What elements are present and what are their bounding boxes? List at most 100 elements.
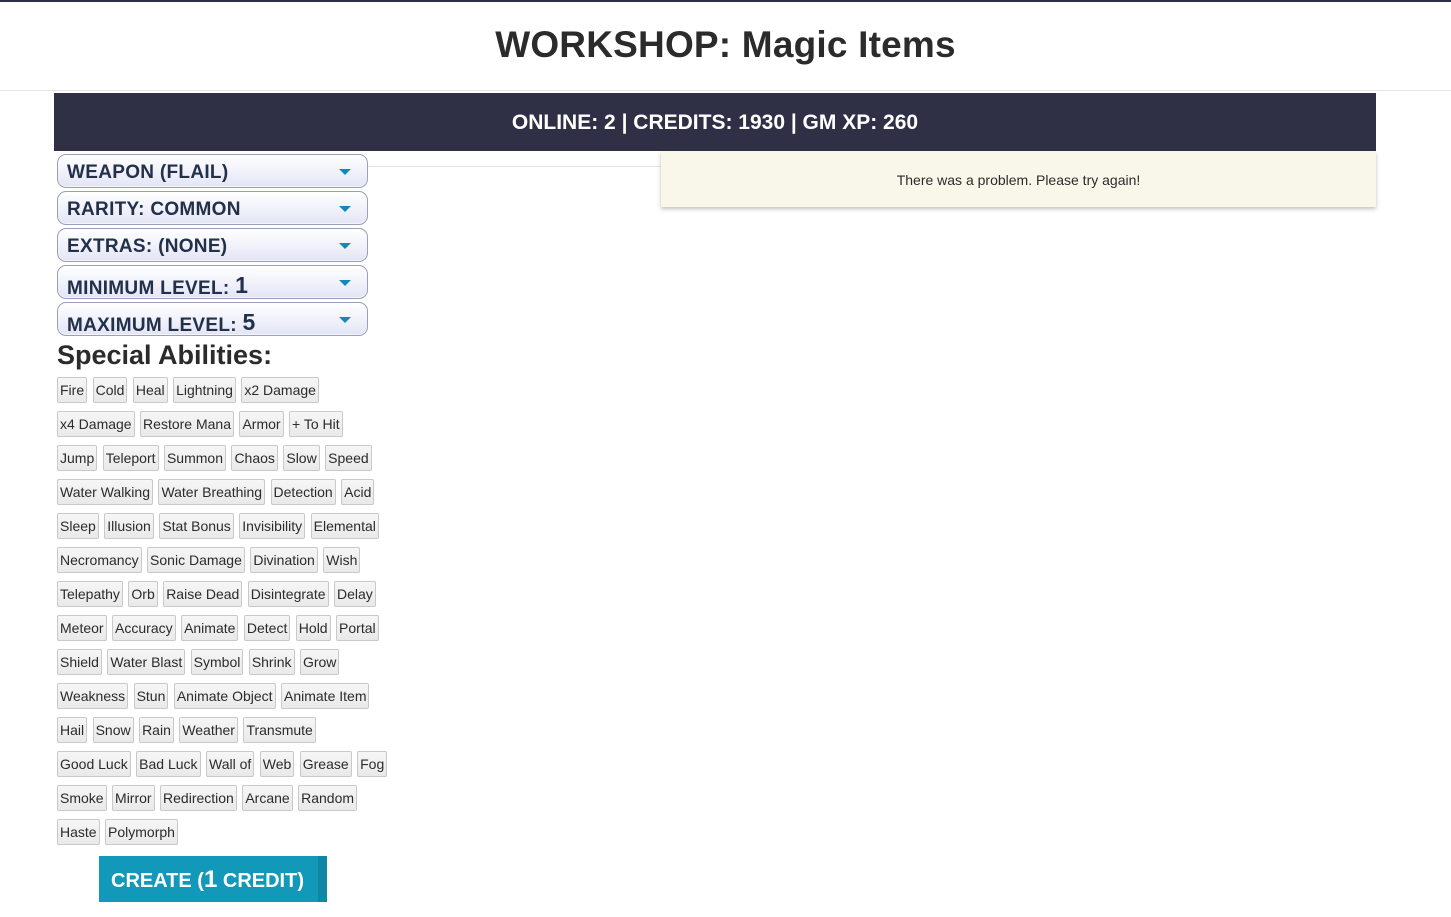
ability-button[interactable]: Animate Object — [173, 683, 276, 709]
ability-button[interactable]: Delay — [333, 581, 376, 607]
ability-button[interactable]: Jump — [57, 445, 98, 471]
ability-button[interactable]: Slow — [283, 445, 320, 471]
ability-button[interactable]: Transmute — [243, 717, 316, 743]
rarity-select[interactable]: RARITY: COMMON — [57, 191, 368, 225]
ability-button[interactable]: + To Hit — [289, 411, 343, 437]
ability-button[interactable]: Shrink — [248, 649, 295, 675]
ability-button[interactable]: Speed — [325, 445, 372, 471]
max-level-value: 5 — [242, 309, 256, 335]
ability-button[interactable]: Rain — [139, 717, 174, 743]
ability-button[interactable]: Arcane — [242, 785, 293, 811]
ability-button[interactable]: Invisibility — [239, 513, 306, 539]
ability-button[interactable]: Web — [259, 751, 295, 777]
chevron-down-icon — [339, 206, 351, 212]
ability-button[interactable]: Detection — [270, 479, 336, 505]
ability-button[interactable]: Snow — [92, 717, 134, 743]
ability-button[interactable]: Water Blast — [107, 649, 186, 675]
chevron-down-icon — [339, 169, 351, 175]
ability-button[interactable]: Sonic Damage — [147, 547, 245, 573]
create-label-suffix: CREDIT) — [217, 870, 304, 892]
ability-button[interactable]: Necromancy — [57, 547, 142, 573]
ability-button[interactable]: Elemental — [310, 513, 379, 539]
ability-button[interactable]: Symbol — [190, 649, 244, 675]
ability-button[interactable]: Raise Dead — [163, 581, 243, 607]
ability-row: Weakness Stun Animate Object Animate Ite… — [57, 683, 372, 717]
special-abilities-list: Fire Cold Heal Lightning x2 Damage x4 Da… — [57, 377, 388, 853]
ability-row: x4 Damage Restore Mana Armor + To Hit — [57, 411, 372, 445]
ability-row: Hail Snow Rain Weather Transmute — [57, 717, 372, 751]
ability-button[interactable]: Summon — [163, 445, 226, 471]
ability-button[interactable]: x4 Damage — [57, 411, 135, 437]
ability-row: Necromancy Sonic Damage Divination Wish — [57, 547, 372, 581]
ability-button[interactable]: Weather — [179, 717, 238, 743]
create-label-prefix: CREATE ( — [111, 870, 204, 892]
ability-button[interactable]: Fire — [57, 377, 88, 403]
item-type-value: WEAPON (FLAIL) — [67, 162, 229, 183]
ability-button[interactable]: Meteor — [57, 615, 107, 641]
ability-button[interactable]: Mirror — [112, 785, 155, 811]
ability-button[interactable]: Lightning — [173, 377, 236, 403]
extras-value: EXTRAS: (NONE) — [67, 236, 228, 257]
page-title: WORKSHOP: Magic Items — [495, 24, 956, 65]
filter-dropdowns: WEAPON (FLAIL) RARITY: COMMON EXTRAS: (N… — [57, 154, 368, 339]
ability-button[interactable]: Redirection — [160, 785, 237, 811]
ability-button[interactable]: Cold — [92, 377, 128, 403]
max-level-select[interactable]: MAXIMUM LEVEL: 5 — [57, 302, 368, 336]
ability-button[interactable]: Wall of — [206, 751, 255, 777]
extras-select[interactable]: EXTRAS: (NONE) — [57, 228, 368, 262]
ability-button[interactable]: Portal — [336, 615, 379, 641]
ability-row: Jump Teleport Summon Chaos Slow Speed — [57, 445, 372, 479]
ability-button[interactable]: Acid — [341, 479, 375, 505]
ability-button[interactable]: Stun — [133, 683, 169, 709]
create-button[interactable]: CREATE (1 CREDIT) — [99, 856, 327, 902]
ability-button[interactable]: x2 Damage — [241, 377, 319, 403]
ability-button[interactable]: Polymorph — [105, 819, 178, 845]
ability-row: Fire Cold Heal Lightning x2 Damage — [57, 377, 372, 411]
ability-button[interactable]: Armor — [239, 411, 284, 437]
ability-button[interactable]: Hail — [57, 717, 88, 743]
ability-button[interactable]: Restore Mana — [140, 411, 234, 437]
ability-button[interactable]: Animate — [181, 615, 239, 641]
ability-button[interactable]: Illusion — [104, 513, 154, 539]
ability-button[interactable]: Grow — [299, 649, 340, 675]
ability-button[interactable]: Fog — [357, 751, 388, 777]
ability-row: Smoke Mirror Redirection Arcane Random — [57, 785, 372, 819]
ability-button[interactable]: Water Walking — [57, 479, 153, 505]
rarity-value: RARITY: COMMON — [67, 199, 241, 220]
ability-row: Haste Polymorph — [57, 819, 372, 853]
ability-button[interactable]: Hold — [295, 615, 331, 641]
status-bar: ONLINE: 2 | CREDITS: 1930 | GM XP: 260 — [54, 93, 1376, 151]
ability-button[interactable]: Random — [298, 785, 358, 811]
ability-button[interactable]: Wish — [323, 547, 361, 573]
ability-button[interactable]: Shield — [57, 649, 102, 675]
ability-button[interactable]: Smoke — [57, 785, 107, 811]
ability-row: Good Luck Bad Luck Wall of Web Grease Fo… — [57, 751, 388, 785]
item-type-select[interactable]: WEAPON (FLAIL) — [57, 154, 368, 188]
chevron-down-icon — [339, 243, 351, 249]
max-level-text: MAXIMUM LEVEL: 5 — [67, 309, 256, 337]
ability-button[interactable]: Orb — [128, 581, 158, 607]
ability-button[interactable]: Good Luck — [57, 751, 131, 777]
ability-button[interactable]: Water Breathing — [158, 479, 266, 505]
min-level-select[interactable]: MINIMUM LEVEL: 1 — [57, 265, 368, 299]
ability-button[interactable]: Detect — [243, 615, 291, 641]
ability-button[interactable]: Animate Item — [281, 683, 370, 709]
ability-button[interactable]: Divination — [250, 547, 318, 573]
ability-button[interactable]: Stat Bonus — [159, 513, 234, 539]
ability-button[interactable]: Weakness — [57, 683, 129, 709]
page-header: WORKSHOP: Magic Items — [0, 2, 1451, 91]
special-abilities-heading: Special Abilities: — [57, 340, 273, 370]
ability-button[interactable]: Haste — [57, 819, 100, 845]
ability-button[interactable]: Bad Luck — [136, 751, 201, 777]
min-level-value: 1 — [235, 272, 249, 298]
ability-button[interactable]: Sleep — [57, 513, 99, 539]
ability-button[interactable]: Grease — [299, 751, 352, 777]
ability-button[interactable]: Telepathy — [57, 581, 123, 607]
ability-button[interactable]: Accuracy — [112, 615, 176, 641]
ability-button[interactable]: Disintegrate — [247, 581, 329, 607]
ability-button[interactable]: Heal — [132, 377, 168, 403]
ability-button[interactable]: Teleport — [102, 445, 159, 471]
error-alert: There was a problem. Please try again! — [661, 151, 1376, 207]
ability-button[interactable]: Chaos — [231, 445, 278, 471]
chevron-down-icon — [339, 280, 351, 286]
